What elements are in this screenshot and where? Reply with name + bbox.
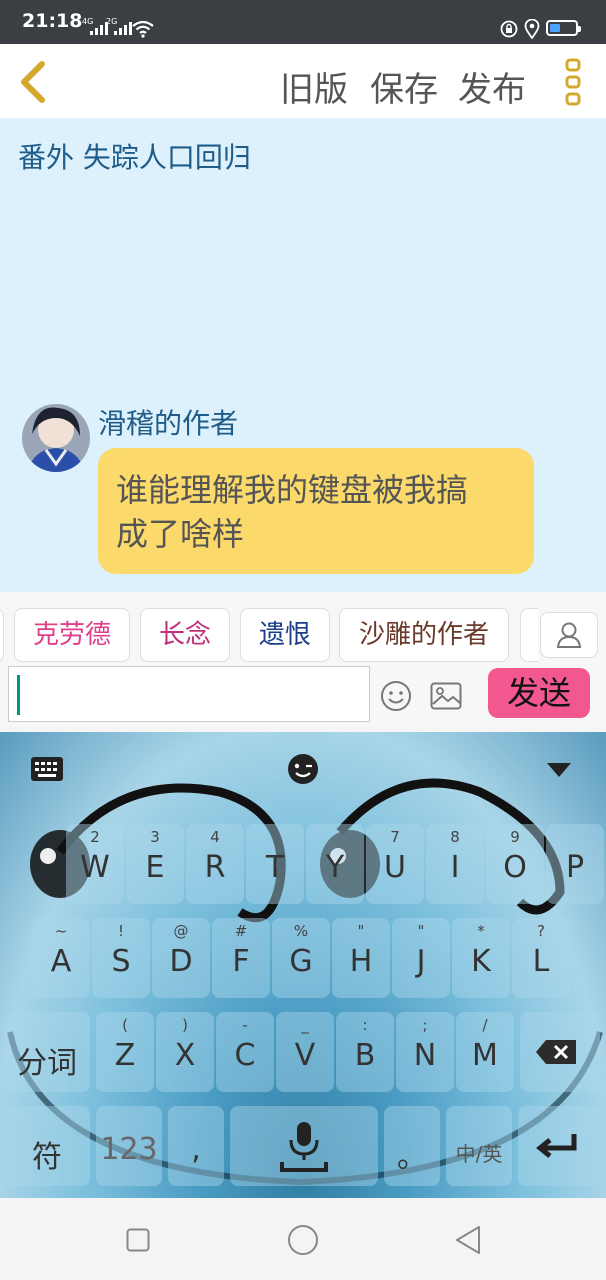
hide-keyboard-icon[interactable] (546, 762, 572, 778)
tag-partial[interactable] (0, 608, 4, 662)
numbers-key[interactable]: 123 (96, 1106, 162, 1186)
image-icon[interactable] (430, 682, 462, 710)
old-version-button[interactable]: 旧版 (280, 62, 348, 111)
back-icon[interactable] (454, 1224, 482, 1256)
comma-key[interactable]: , (168, 1106, 224, 1186)
top-bar: 旧版 保存 发布 (0, 44, 606, 118)
key-c[interactable]: -C (216, 1012, 274, 1092)
story-content: 番外 失踪人口回归 滑稽的作者 谁能理解我的键盘被我搞 成了啥样 (0, 118, 606, 592)
tag-label: 长念 (158, 620, 211, 650)
key-x[interactable]: ) X (156, 1012, 214, 1092)
key-w[interactable]: 2W (66, 824, 124, 904)
key-m[interactable]: / M (456, 1012, 514, 1092)
language-switch-key[interactable]: 中/英 (446, 1106, 512, 1186)
message-bubble[interactable]: 谁能理解我的键盘被我搞 成了啥样 (98, 448, 534, 574)
publish-button[interactable]: 发布 (458, 62, 526, 111)
story-title[interactable]: 番外 失踪人口回归 (18, 136, 251, 176)
message-input-row: 发送 (0, 664, 606, 726)
clock: 21:18 (22, 10, 83, 32)
key-k[interactable]: * K (452, 918, 510, 998)
home-icon[interactable] (287, 1224, 319, 1256)
key-f[interactable]: # F (212, 918, 270, 998)
message-text-line2: 成了啥样 (116, 515, 245, 553)
message-input[interactable] (8, 666, 370, 722)
key-h[interactable]: " H (332, 918, 390, 998)
person-icon (556, 622, 582, 648)
key-s[interactable]: ! S (92, 918, 150, 998)
key-j[interactable]: " J (392, 918, 450, 998)
add-character-button[interactable] (540, 612, 598, 658)
space-key[interactable] (230, 1106, 378, 1186)
tag-label: 沙雕的作者 (358, 620, 489, 650)
key-z[interactable]: (Z (96, 1012, 154, 1092)
wifi-icon (132, 20, 154, 38)
sender-name: 滑稽的作者 (98, 407, 239, 440)
tag-1[interactable]: 长念 (140, 608, 230, 662)
key-v[interactable]: _ V (276, 1012, 334, 1092)
text-caret (17, 675, 20, 715)
key-e[interactable]: 3E (126, 824, 184, 904)
status-bar: 21:18 4G 2G (0, 0, 606, 44)
key-g[interactable]: % G (272, 918, 330, 998)
more-options-icon[interactable] (562, 58, 584, 106)
key-y[interactable]: Y (306, 824, 364, 904)
tag-2[interactable]: 遗恨 (240, 608, 330, 662)
back-arrow-icon[interactable] (16, 60, 48, 104)
key-t[interactable]: T (246, 824, 304, 904)
microphone-icon (280, 1122, 328, 1172)
character-tags-row: 克劳德 长念 遗恨 沙雕的作者 (0, 592, 606, 666)
enter-icon (536, 1134, 577, 1158)
key-i[interactable]: 8I (426, 824, 484, 904)
key-n[interactable]: ; N (396, 1012, 454, 1092)
key-p[interactable]: P (546, 824, 604, 904)
recent-apps-icon[interactable] (126, 1228, 150, 1252)
lock-rotation-icon (500, 20, 518, 38)
signal-icon-2 (114, 22, 132, 35)
save-button[interactable]: 保存 (370, 62, 438, 111)
send-button[interactable]: 发送 (488, 668, 590, 718)
symbols-key[interactable]: 符 (4, 1106, 90, 1186)
key-u[interactable]: 7U (366, 824, 424, 904)
key-l[interactable]: ? L (512, 918, 570, 998)
keyboard: 2W 3E 4R T Y 7U 8I 9O P ~ A ! S @ D # F % G "… (0, 732, 606, 1198)
tag-partial-right[interactable] (520, 608, 538, 662)
tag-0[interactable]: 克劳德 (14, 608, 130, 662)
keyboard-emoji-icon[interactable] (286, 752, 320, 786)
tag-3[interactable]: 沙雕的作者 (339, 608, 509, 662)
key-d[interactable]: @ D (152, 918, 210, 998)
key-a[interactable]: ~ A (32, 918, 90, 998)
enter-key[interactable] (518, 1106, 600, 1186)
message-text-line1: 谁能理解我的键盘被我搞 (116, 471, 469, 509)
backspace-key[interactable] (520, 1012, 600, 1092)
key-o[interactable]: 9O (486, 824, 544, 904)
location-icon (524, 19, 540, 39)
key-r[interactable]: 4R (186, 824, 244, 904)
period-key[interactable]: 。 (384, 1106, 440, 1186)
tag-label: 克劳德 (32, 620, 111, 650)
system-nav-bar (0, 1198, 606, 1280)
backspace-icon (536, 1040, 576, 1064)
tag-label: 遗恨 (258, 620, 311, 650)
battery-icon (546, 20, 581, 36)
segment-key[interactable]: 分词 (4, 1012, 90, 1092)
emoji-icon[interactable] (380, 680, 412, 712)
keyboard-layout-icon[interactable] (30, 756, 64, 782)
avatar[interactable] (22, 404, 90, 472)
key-b[interactable]: :B (336, 1012, 394, 1092)
